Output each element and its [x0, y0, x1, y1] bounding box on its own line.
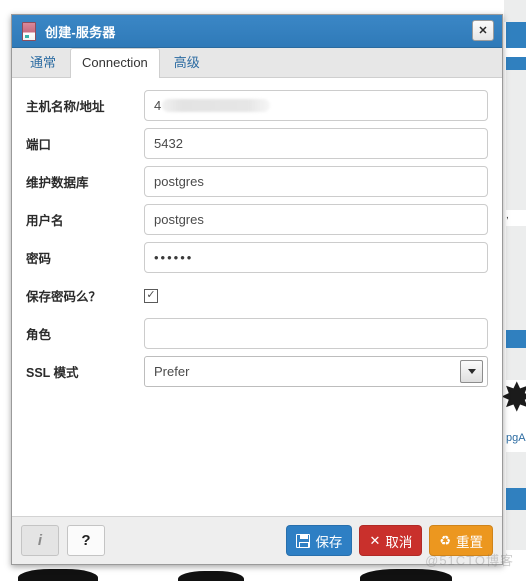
port-input[interactable]: 5432 [144, 128, 488, 159]
bg-bar [506, 330, 526, 348]
floppy-icon [296, 533, 311, 548]
connection-form: 主机名称/地址 4 端口 5432 维护数据库 postgres 用户名 pos… [12, 78, 502, 516]
chevron-down-icon[interactable] [460, 360, 483, 383]
label-role: 角色 [26, 328, 52, 342]
label-ssl-mode: SSL 模式 [26, 366, 79, 380]
label-password: 密码 [26, 252, 52, 266]
ssl-mode-select[interactable]: Prefer [144, 356, 488, 387]
username-input[interactable]: postgres [144, 204, 488, 235]
close-icon[interactable]: ✕ [472, 20, 494, 41]
recycle-icon: ♻ [439, 533, 451, 548]
cancel-button[interactable]: ✕ 取消 [359, 525, 423, 556]
form-row-role: 角色 [26, 318, 488, 349]
form-row-username: 用户名 postgres [26, 204, 488, 235]
save-password-checkbox[interactable]: ✓ [144, 288, 158, 303]
tab-bar: 通常 Connection 高级 [12, 48, 502, 78]
bottom-shape [18, 569, 98, 581]
label-host: 主机名称/地址 [26, 100, 105, 114]
bg-panel [506, 510, 526, 550]
bg-panel [504, 0, 526, 22]
role-input[interactable] [144, 318, 488, 349]
form-row-port: 端口 5432 [26, 128, 488, 159]
server-icon [22, 21, 36, 41]
host-value: 4 [154, 98, 162, 113]
bottom-shape [178, 571, 244, 581]
ssl-mode-value: Prefer [154, 364, 190, 379]
bottom-shape [360, 569, 452, 581]
save-button-label: 保存 [315, 534, 343, 550]
label-save-password: 保存密码么？ [26, 290, 102, 304]
bg-link[interactable]: pgA [506, 432, 526, 444]
form-row-maintenance-db: 维护数据库 postgres [26, 166, 488, 197]
bg-bar [506, 22, 526, 48]
create-server-dialog: 创建-服务器 ✕ 通常 Connection 高级 主机名称/地址 4 端口 5… [11, 14, 503, 565]
form-row-host: 主机名称/地址 4 [26, 90, 488, 121]
form-row-save-password: 保存密码么？ ✓ [26, 280, 488, 311]
password-value: •••••• [154, 250, 194, 265]
cancel-button-label: 取消 [385, 534, 413, 550]
password-input[interactable]: •••••• [144, 242, 488, 273]
label-maintenance-db: 维护数据库 [26, 176, 89, 190]
info-icon-button[interactable]: i [21, 525, 59, 556]
bg-panel [506, 452, 526, 488]
save-button[interactable]: 保存 [286, 525, 353, 556]
dialog-titlebar: 创建-服务器 ✕ [12, 15, 502, 48]
bg-panel [506, 70, 526, 210]
help-icon-button[interactable]: ? [67, 525, 105, 556]
maintenance-db-input[interactable]: postgres [144, 166, 488, 197]
bg-gap [506, 48, 526, 57]
tab-advanced[interactable]: 高级 [162, 48, 212, 77]
gear-icon: ✸ [500, 376, 526, 420]
host-input[interactable]: 4 [144, 90, 488, 121]
bg-bar [506, 488, 526, 510]
label-username: 用户名 [26, 214, 64, 228]
save-password-control: ✓ [144, 280, 488, 311]
bg-panel [506, 226, 526, 330]
reset-button-label: 重置 [456, 534, 483, 550]
bg-bar [506, 57, 526, 70]
bg-text: , [506, 210, 509, 221]
form-row-password: 密码 •••••• [26, 242, 488, 273]
label-port: 端口 [26, 138, 52, 152]
dialog-title: 创建-服务器 [45, 24, 116, 40]
close-x-icon: ✕ [369, 533, 381, 548]
watermark: @51CTO博客 [425, 553, 514, 568]
form-row-ssl-mode: SSL 模式 Prefer [26, 356, 488, 387]
redaction-bar [162, 99, 271, 112]
tab-connection[interactable]: Connection [70, 48, 160, 78]
tab-general[interactable]: 通常 [18, 48, 68, 77]
